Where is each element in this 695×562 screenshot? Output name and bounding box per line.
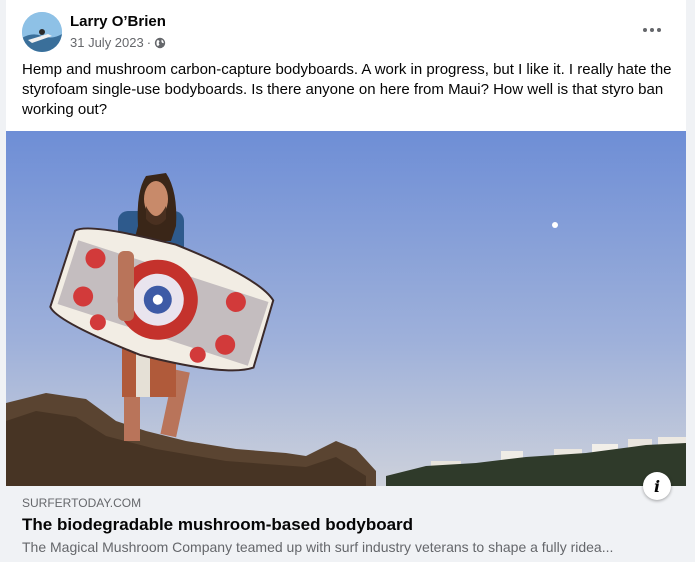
link-title[interactable]: The biodegradable mushroom-based bodyboa… [22, 515, 413, 535]
post-text: Hemp and mushroom carbon-capture bodyboa… [22, 61, 672, 118]
link-preview[interactable]: SURFERTODAY.COM The biodegradable mushro… [6, 486, 686, 562]
link-domain: SURFERTODAY.COM [22, 496, 142, 510]
post-card: Larry O’Brien 31 July 2023 · Hemp and mu… [6, 0, 686, 562]
more-options-icon[interactable] [634, 18, 670, 42]
globe-icon [154, 37, 166, 49]
post-date[interactable]: 31 July 2023 [70, 35, 144, 50]
avatar[interactable] [22, 12, 62, 52]
info-glyph: i [653, 476, 661, 496]
post-meta: 31 July 2023 · [70, 35, 166, 50]
post-header: Larry O’Brien 31 July 2023 · [6, 0, 686, 60]
info-icon[interactable]: i [643, 472, 671, 500]
post-photo[interactable] [6, 131, 686, 486]
author-name[interactable]: Larry O’Brien [70, 13, 166, 30]
link-description: The Magical Mushroom Company teamed up w… [22, 539, 614, 555]
meta-separator: · [146, 35, 152, 50]
